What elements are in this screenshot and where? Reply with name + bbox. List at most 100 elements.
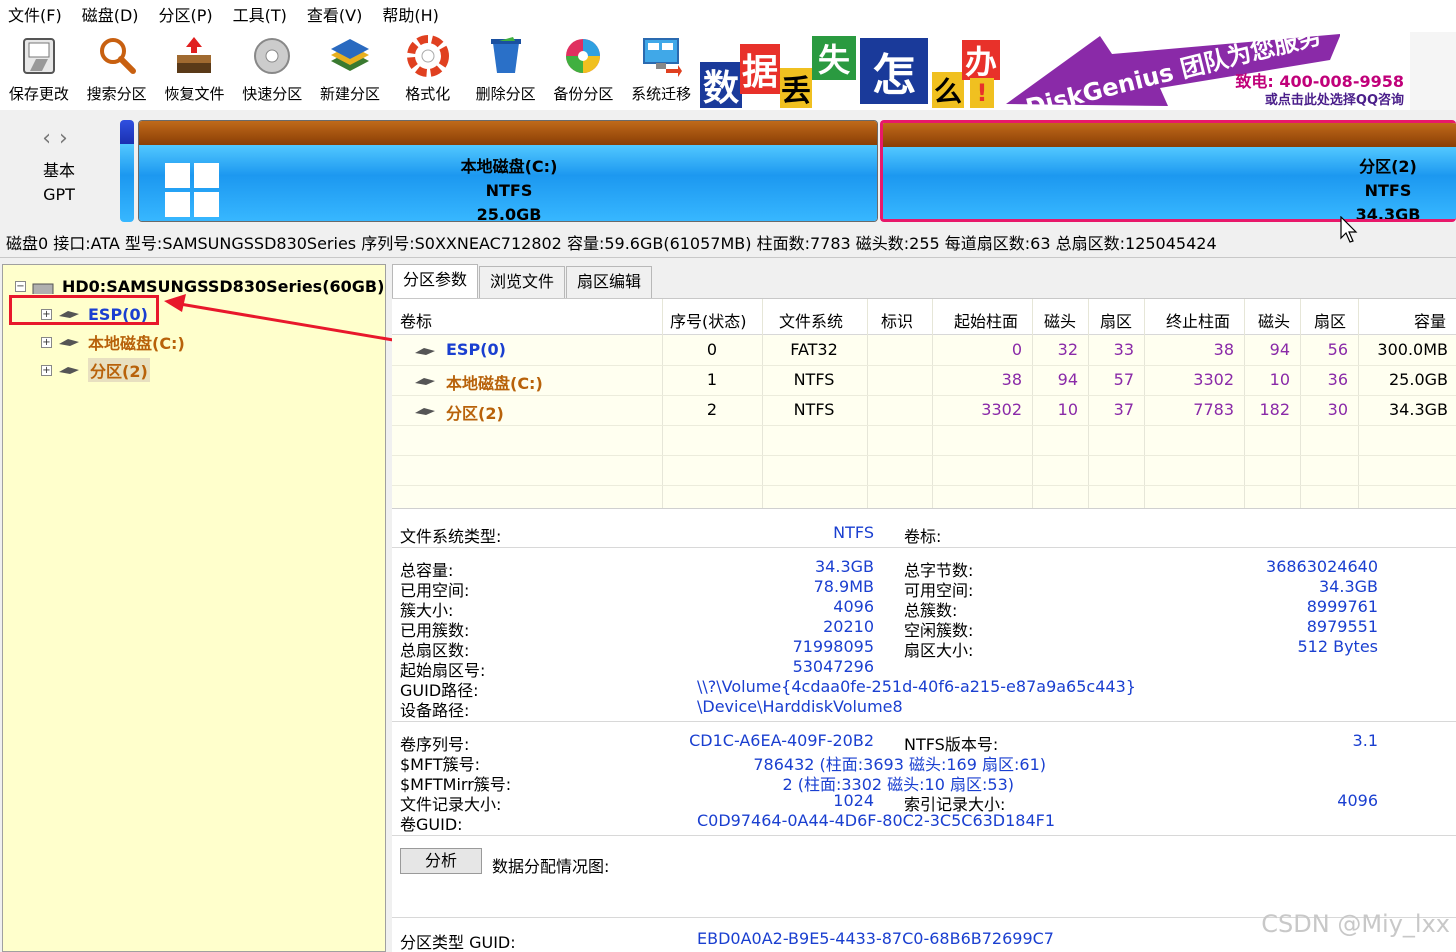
tab-bar: 分区参数 浏览文件 扇区编辑 xyxy=(392,264,1456,298)
menu-help[interactable]: 帮助(H) xyxy=(374,0,451,32)
ad-banner[interactable]: 数 据 丢 失 怎 么 办 ! DiskGenius 团队为您服务 致电: 40… xyxy=(700,32,1410,110)
diskmap-c-size: 25.0GB xyxy=(476,205,542,222)
cluster-size-value: 4096 xyxy=(833,597,874,616)
tree-item-p2[interactable]: + 分区(2) xyxy=(41,357,150,383)
menu-disk[interactable]: 磁盘(D) xyxy=(74,0,151,32)
migrate-label: 系统迁移 xyxy=(631,85,692,103)
cell-start-head: 94 xyxy=(1057,370,1078,389)
recover-icon xyxy=(177,37,212,73)
device-path-value: \Device\HarddiskVolume8 xyxy=(697,697,903,716)
system-migrate-button[interactable]: 系统迁移 xyxy=(622,32,700,110)
tab-partition-params[interactable]: 分区参数 xyxy=(392,264,479,298)
banner-char-4: 失 xyxy=(812,36,856,80)
banner-char-7: 办 xyxy=(962,40,1000,81)
partition-tree: − HD0:SAMSUNGSSD830Series(60GB) + ESP(0)… xyxy=(2,264,386,952)
new-partition-button[interactable]: 新建分区 xyxy=(311,32,389,110)
banner-char-8: ! xyxy=(970,78,994,108)
cell-index: 0 xyxy=(706,340,718,359)
analyze-button[interactable]: 分析 xyxy=(400,848,482,874)
partition-table: 卷标 序号(状态) 文件系统 标识 起始柱面 磁头 扇区 终止柱面 磁头 扇区 … xyxy=(392,298,1456,509)
disk-nav: ‹› 基本 GPT xyxy=(0,112,118,228)
cell-label: 分区(2) xyxy=(446,404,504,423)
cell-index: 1 xyxy=(706,370,718,389)
col-header-end-head[interactable]: 磁头 xyxy=(1258,308,1290,332)
col-header-start-cyl[interactable]: 起始柱面 xyxy=(954,308,1018,332)
fs-type-value: NTFS xyxy=(833,523,874,542)
menu-tools[interactable]: 工具(T) xyxy=(225,0,299,32)
quick-partition-icon xyxy=(254,38,291,74)
menu-file[interactable]: 文件(F) xyxy=(0,0,74,32)
search-partition-button[interactable]: 搜索分区 xyxy=(78,32,156,110)
diskmap-p2-partition[interactable]: 分区(2) NTFS 34.3GB xyxy=(880,120,1456,222)
cell-end-cyl: 3302 xyxy=(1193,370,1234,389)
annotation-arrow xyxy=(164,294,406,344)
cell-start-head: 10 xyxy=(1057,400,1078,419)
banner-char-3: 丢 xyxy=(780,68,812,109)
save-button[interactable]: 保存更改 xyxy=(0,32,78,110)
tab-browse-files[interactable]: 浏览文件 xyxy=(479,266,566,298)
col-header-label[interactable]: 卷标 xyxy=(400,308,432,332)
search-icon xyxy=(99,38,136,74)
recover-files-button[interactable]: 恢复文件 xyxy=(156,32,234,110)
disk-scheme: GPT xyxy=(43,185,75,204)
volume-guid-value: C0D97464-0A44-4D6F-80C2-3C5C63D184F1 xyxy=(697,811,1056,830)
backup-partition-button[interactable]: 备份分区 xyxy=(544,32,622,110)
disk-map: ‹› 基本 GPT 本地磁盘(C:) NTFS 25.0GB 分区(2) NTF… xyxy=(0,112,1456,228)
col-header-fs[interactable]: 文件系统 xyxy=(779,308,843,332)
col-header-start-head[interactable]: 磁头 xyxy=(1044,308,1076,332)
prev-disk-icon[interactable]: ‹ xyxy=(42,126,59,151)
cell-end-head: 10 xyxy=(1269,370,1290,389)
windows-logo-icon xyxy=(165,163,219,217)
guid-path-value: \\?\Volume{4cdaa0fe-251d-40f6-a215-e87a9… xyxy=(697,677,1136,696)
tree-item-label: 分区(2) xyxy=(88,358,150,382)
quick-partition-button[interactable]: 快速分区 xyxy=(233,32,311,110)
col-header-start-sector[interactable]: 扇区 xyxy=(1100,308,1132,332)
diskmap-esp-partition[interactable] xyxy=(120,120,134,222)
menu-partition[interactable]: 分区(P) xyxy=(151,0,225,32)
partition-icon xyxy=(59,367,79,374)
cell-capacity: 25.0GB xyxy=(1389,370,1448,389)
cell-start-cyl: 38 xyxy=(1001,370,1022,389)
col-header-end-sector[interactable]: 扇区 xyxy=(1314,308,1346,332)
backup-label: 备份分区 xyxy=(553,85,614,103)
delete-icon xyxy=(490,37,521,73)
ntfs-version-value: 3.1 xyxy=(1352,731,1378,750)
cell-end-cyl: 7783 xyxy=(1193,400,1234,419)
used-space-value: 78.9MB xyxy=(813,577,874,596)
col-header-capacity[interactable]: 容量 xyxy=(1414,308,1446,332)
format-button[interactable]: 格式化 xyxy=(389,32,467,110)
banner-char-2: 据 xyxy=(740,44,780,94)
col-header-end-cyl[interactable]: 终止柱面 xyxy=(1166,308,1230,332)
fs-type-label: 文件系统类型: xyxy=(400,527,502,546)
cell-capacity: 34.3GB xyxy=(1389,400,1448,419)
free-clusters-value: 8979551 xyxy=(1306,617,1378,636)
table-row[interactable]: 分区(2) 2 NTFS 3302 10 37 7783 182 30 34.3GB xyxy=(392,399,1456,425)
expand-icon[interactable]: + xyxy=(41,336,52,348)
menu-view[interactable]: 查看(V) xyxy=(299,0,374,32)
volume-guid-label: 卷GUID: xyxy=(400,815,463,834)
diskmap-c-partition[interactable]: 本地磁盘(C:) NTFS 25.0GB xyxy=(138,120,878,222)
cell-start-cyl: 0 xyxy=(1011,340,1022,359)
col-header-id[interactable]: 标识 xyxy=(881,308,913,332)
cell-end-cyl: 38 xyxy=(1213,340,1234,359)
device-path-label: 设备路径: xyxy=(400,701,470,720)
total-bytes-value: 36863024640 xyxy=(1266,557,1378,576)
total-capacity-value: 34.3GB xyxy=(815,557,874,576)
collapse-icon[interactable]: − xyxy=(15,280,26,292)
cell-capacity: 300.0MB xyxy=(1377,340,1448,359)
tab-sector-edit[interactable]: 扇区编辑 xyxy=(566,266,653,298)
table-row[interactable]: ESP(0) 0 FAT32 0 32 33 38 94 56 300.0MB xyxy=(392,339,1456,365)
expand-icon[interactable]: + xyxy=(41,364,52,376)
banner-qq-link[interactable]: 或点击此处选择QQ咨询 xyxy=(1265,89,1404,108)
start-sector-value: 53047296 xyxy=(792,657,874,676)
table-row[interactable]: 本地磁盘(C:) 1 NTFS 38 94 57 3302 10 36 25.0GB xyxy=(392,369,1456,395)
cell-start-sector: 57 xyxy=(1113,370,1134,389)
col-header-index[interactable]: 序号(状态) xyxy=(670,308,747,332)
next-disk-icon[interactable]: › xyxy=(59,126,76,151)
new-partition-label: 新建分区 xyxy=(320,85,381,103)
cell-fs: NTFS xyxy=(793,370,835,389)
cell-end-sector: 56 xyxy=(1327,340,1348,359)
cell-end-sector: 36 xyxy=(1327,370,1348,389)
banner-char-5: 怎 xyxy=(860,38,928,104)
delete-partition-button[interactable]: 删除分区 xyxy=(467,32,545,110)
